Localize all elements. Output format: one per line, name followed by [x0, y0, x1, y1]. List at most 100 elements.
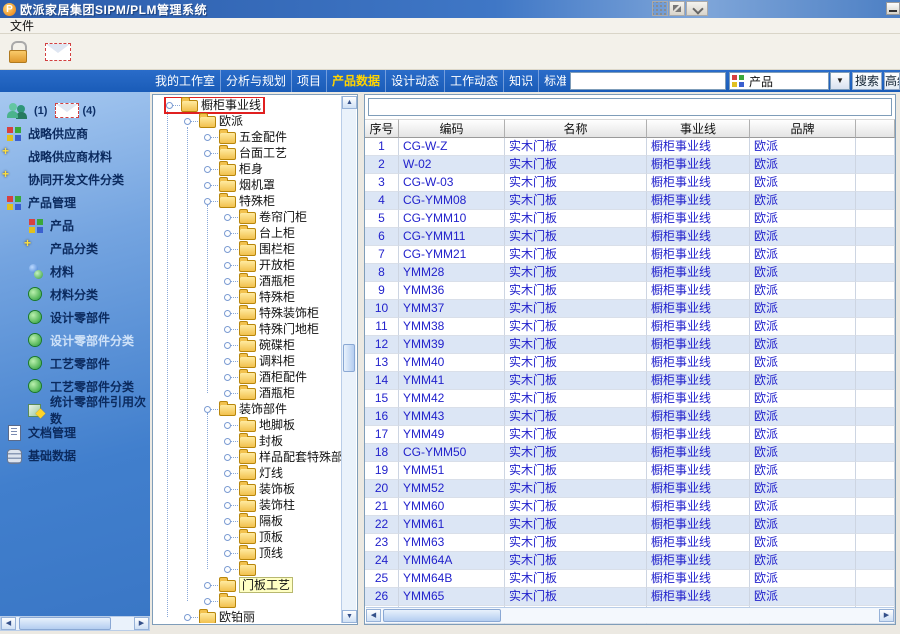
tree-node-17[interactable]: 酒柜配件 — [154, 369, 342, 385]
tree-node-27[interactable]: 顶板 — [154, 529, 342, 545]
tree-handle-icon[interactable] — [204, 182, 211, 189]
table-row[interactable]: 15YMM42实木门板橱柜事业线欧派 — [365, 390, 895, 408]
tree-handle-icon[interactable] — [224, 390, 231, 397]
nav-item-3[interactable]: 产品数据 — [327, 70, 386, 92]
tree-handle-icon[interactable] — [224, 326, 231, 333]
scroll-right-icon[interactable]: ▶ — [879, 609, 894, 622]
column-header-5[interactable] — [856, 119, 895, 138]
sidebar-item-3[interactable]: 产品管理 — [0, 191, 150, 214]
scope-dropdown-arrow[interactable]: ▼ — [830, 72, 850, 90]
tree-node-32[interactable]: 欧铂丽 — [154, 609, 342, 623]
column-header-2[interactable]: 名称 — [505, 119, 647, 138]
table-row[interactable]: 8YMM28实木门板橱柜事业线欧派 — [365, 264, 895, 282]
tree-node-0[interactable]: 橱柜事业线 — [154, 97, 342, 113]
tree-handle-icon[interactable] — [224, 374, 231, 381]
tree-node-22[interactable]: 样品配套特殊部件 — [154, 449, 342, 465]
tree-handle-icon[interactable] — [224, 470, 231, 477]
tree-node-15[interactable]: 碗碟柜 — [154, 337, 342, 353]
tree-node-8[interactable]: 台上柜 — [154, 225, 342, 241]
tree-node-12[interactable]: 特殊柜 — [154, 289, 342, 305]
sidebar-item-7[interactable]: 材料分类 — [0, 283, 150, 306]
nav-item-1[interactable]: 分析与规划 — [221, 70, 292, 92]
users-icon[interactable] — [7, 103, 31, 119]
tree-node-2[interactable]: 五金配件 — [154, 129, 342, 145]
tree-node-28[interactable]: 顶线 — [154, 545, 342, 561]
tree-handle-icon[interactable] — [204, 166, 211, 173]
table-row[interactable]: 9YMM36实木门板橱柜事业线欧派 — [365, 282, 895, 300]
table-row[interactable]: 2W-02实木门板橱柜事业线欧派 — [365, 156, 895, 174]
tree-node-9[interactable]: 围栏柜 — [154, 241, 342, 257]
search-button[interactable]: 搜索 — [852, 72, 882, 90]
resize-icon[interactable] — [669, 1, 685, 16]
table-row[interactable]: 19YMM51实木门板橱柜事业线欧派 — [365, 462, 895, 480]
column-header-0[interactable]: 序号 — [365, 119, 399, 138]
tree-node-21[interactable]: 封板 — [154, 433, 342, 449]
tree-handle-icon[interactable] — [224, 230, 231, 237]
table-row[interactable]: 11YMM38实木门板橱柜事业线欧派 — [365, 318, 895, 336]
tree-node-7[interactable]: 卷帘门柜 — [154, 209, 342, 225]
mail-button[interactable] — [42, 38, 72, 66]
tree-node-14[interactable]: 特殊门地柜 — [154, 321, 342, 337]
table-row[interactable]: 13YMM40实木门板橱柜事业线欧派 — [365, 354, 895, 372]
table-row[interactable]: 20YMM52实木门板橱柜事业线欧派 — [365, 480, 895, 498]
tree-handle-icon[interactable] — [184, 118, 191, 125]
tree-handle-icon[interactable] — [224, 566, 231, 573]
tree-handle-icon[interactable] — [224, 502, 231, 509]
table-row[interactable]: 14YMM41实木门板橱柜事业线欧派 — [365, 372, 895, 390]
table-row[interactable]: 22YMM61实木门板橱柜事业线欧派 — [365, 516, 895, 534]
tree-handle-icon[interactable] — [224, 518, 231, 525]
tree-handle-icon[interactable] — [224, 486, 231, 493]
nav-item-4[interactable]: 设计动态 — [386, 70, 445, 92]
sidebar-item-0[interactable]: 战略供应商 — [0, 122, 150, 145]
advanced-search-button[interactable]: 高级 — [884, 72, 900, 90]
tree-node-3[interactable]: 台面工艺 — [154, 145, 342, 161]
column-header-3[interactable]: 事业线 — [647, 119, 750, 138]
column-header-4[interactable]: 品牌 — [750, 119, 856, 138]
table-row[interactable]: 1CG-W-Z实木门板橱柜事业线欧派 — [365, 138, 895, 156]
tree-node-29[interactable] — [154, 561, 342, 577]
tree-handle-icon[interactable] — [204, 406, 211, 413]
tree-handle-icon[interactable] — [224, 262, 231, 269]
tree-handle-icon[interactable] — [204, 150, 211, 157]
tree-handle-icon[interactable] — [224, 278, 231, 285]
column-header-1[interactable]: 编码 — [399, 119, 505, 138]
search-input[interactable] — [570, 72, 726, 90]
tree-node-19[interactable]: 装饰部件 — [154, 401, 342, 417]
tree-node-23[interactable]: 灯线 — [154, 465, 342, 481]
scroll-up-icon[interactable]: ▲ — [342, 96, 357, 109]
tree-handle-icon[interactable] — [224, 214, 231, 221]
tree-handle-icon[interactable] — [166, 102, 173, 109]
sidebar-horizontal-scrollbar[interactable]: ◀ ▶ — [0, 616, 150, 631]
table-row[interactable]: 26YMM65实木门板橱柜事业线欧派 — [365, 588, 895, 606]
scroll-left-icon[interactable]: ◀ — [1, 617, 16, 630]
tree-node-11[interactable]: 酒瓶柜 — [154, 273, 342, 289]
tree-handle-icon[interactable] — [224, 342, 231, 349]
scrollbar-thumb[interactable] — [19, 617, 111, 630]
tree-handle-icon[interactable] — [224, 294, 231, 301]
sidebar-item-6[interactable]: 材料 — [0, 260, 150, 283]
tree-handle-icon[interactable] — [224, 422, 231, 429]
tree-vertical-scrollbar[interactable]: ▲ ▼ — [341, 96, 356, 623]
table-filter-input[interactable] — [368, 98, 892, 116]
tree-node-25[interactable]: 装饰柱 — [154, 497, 342, 513]
tree-node-1[interactable]: 欧派 — [154, 113, 342, 129]
nav-item-7[interactable]: 标准化 — [539, 70, 566, 92]
tree-node-6[interactable]: 特殊柜 — [154, 193, 342, 209]
sidebar-item-1[interactable]: 战略供应商材料 — [0, 145, 150, 168]
menu-item-file[interactable]: 文件 — [6, 18, 38, 34]
sidebar-item-2[interactable]: 协同开发文件分类 — [0, 168, 150, 191]
tree-node-13[interactable]: 特殊装饰柜 — [154, 305, 342, 321]
sidebar-item-4[interactable]: 产品 — [0, 214, 150, 237]
table-row[interactable]: 7CG-YMM21实木门板橱柜事业线欧派 — [365, 246, 895, 264]
tree-handle-icon[interactable] — [224, 438, 231, 445]
minimize-button[interactable] — [886, 2, 900, 15]
tree-handle-icon[interactable] — [224, 454, 231, 461]
table-row[interactable]: 23YMM63实木门板橱柜事业线欧派 — [365, 534, 895, 552]
sidebar-item-9[interactable]: 设计零部件分类 — [0, 329, 150, 352]
tree-handle-icon[interactable] — [224, 550, 231, 557]
scroll-down-icon[interactable]: ▼ — [342, 610, 357, 623]
sidebar-item-5[interactable]: 产品分类 — [0, 237, 150, 260]
table-row[interactable]: 3CG-W-03实木门板橱柜事业线欧派 — [365, 174, 895, 192]
scroll-right-icon[interactable]: ▶ — [134, 617, 149, 630]
sidebar-item-10[interactable]: 工艺零部件 — [0, 352, 150, 375]
